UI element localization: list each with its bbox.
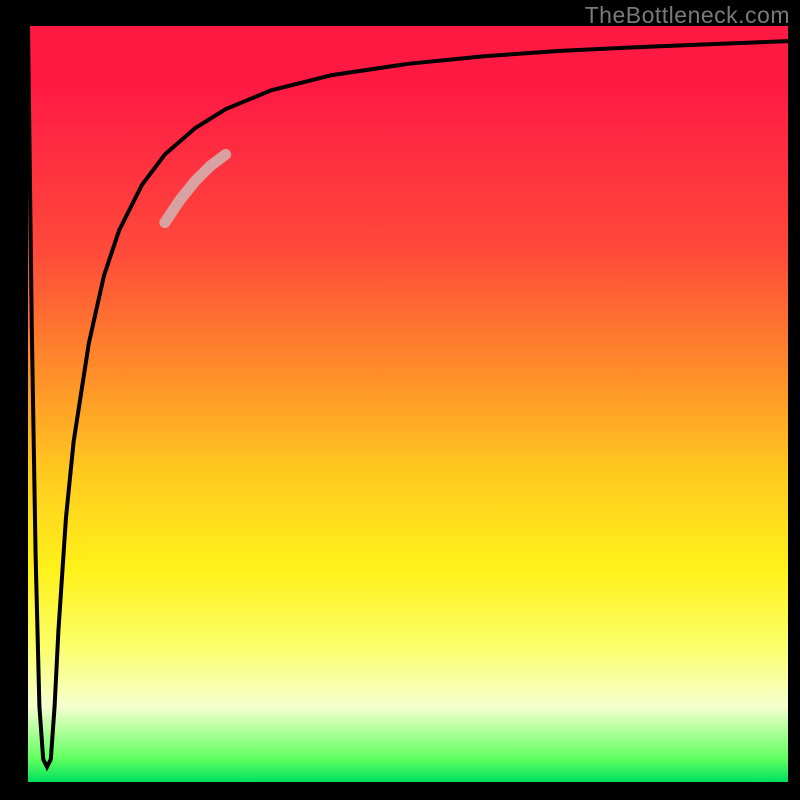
highlight-segment xyxy=(165,155,226,223)
chart-curve-layer xyxy=(28,26,788,782)
chart-stage: TheBottleneck.com xyxy=(0,0,800,800)
watermark-text: TheBottleneck.com xyxy=(585,2,790,29)
main-curve xyxy=(28,26,788,767)
